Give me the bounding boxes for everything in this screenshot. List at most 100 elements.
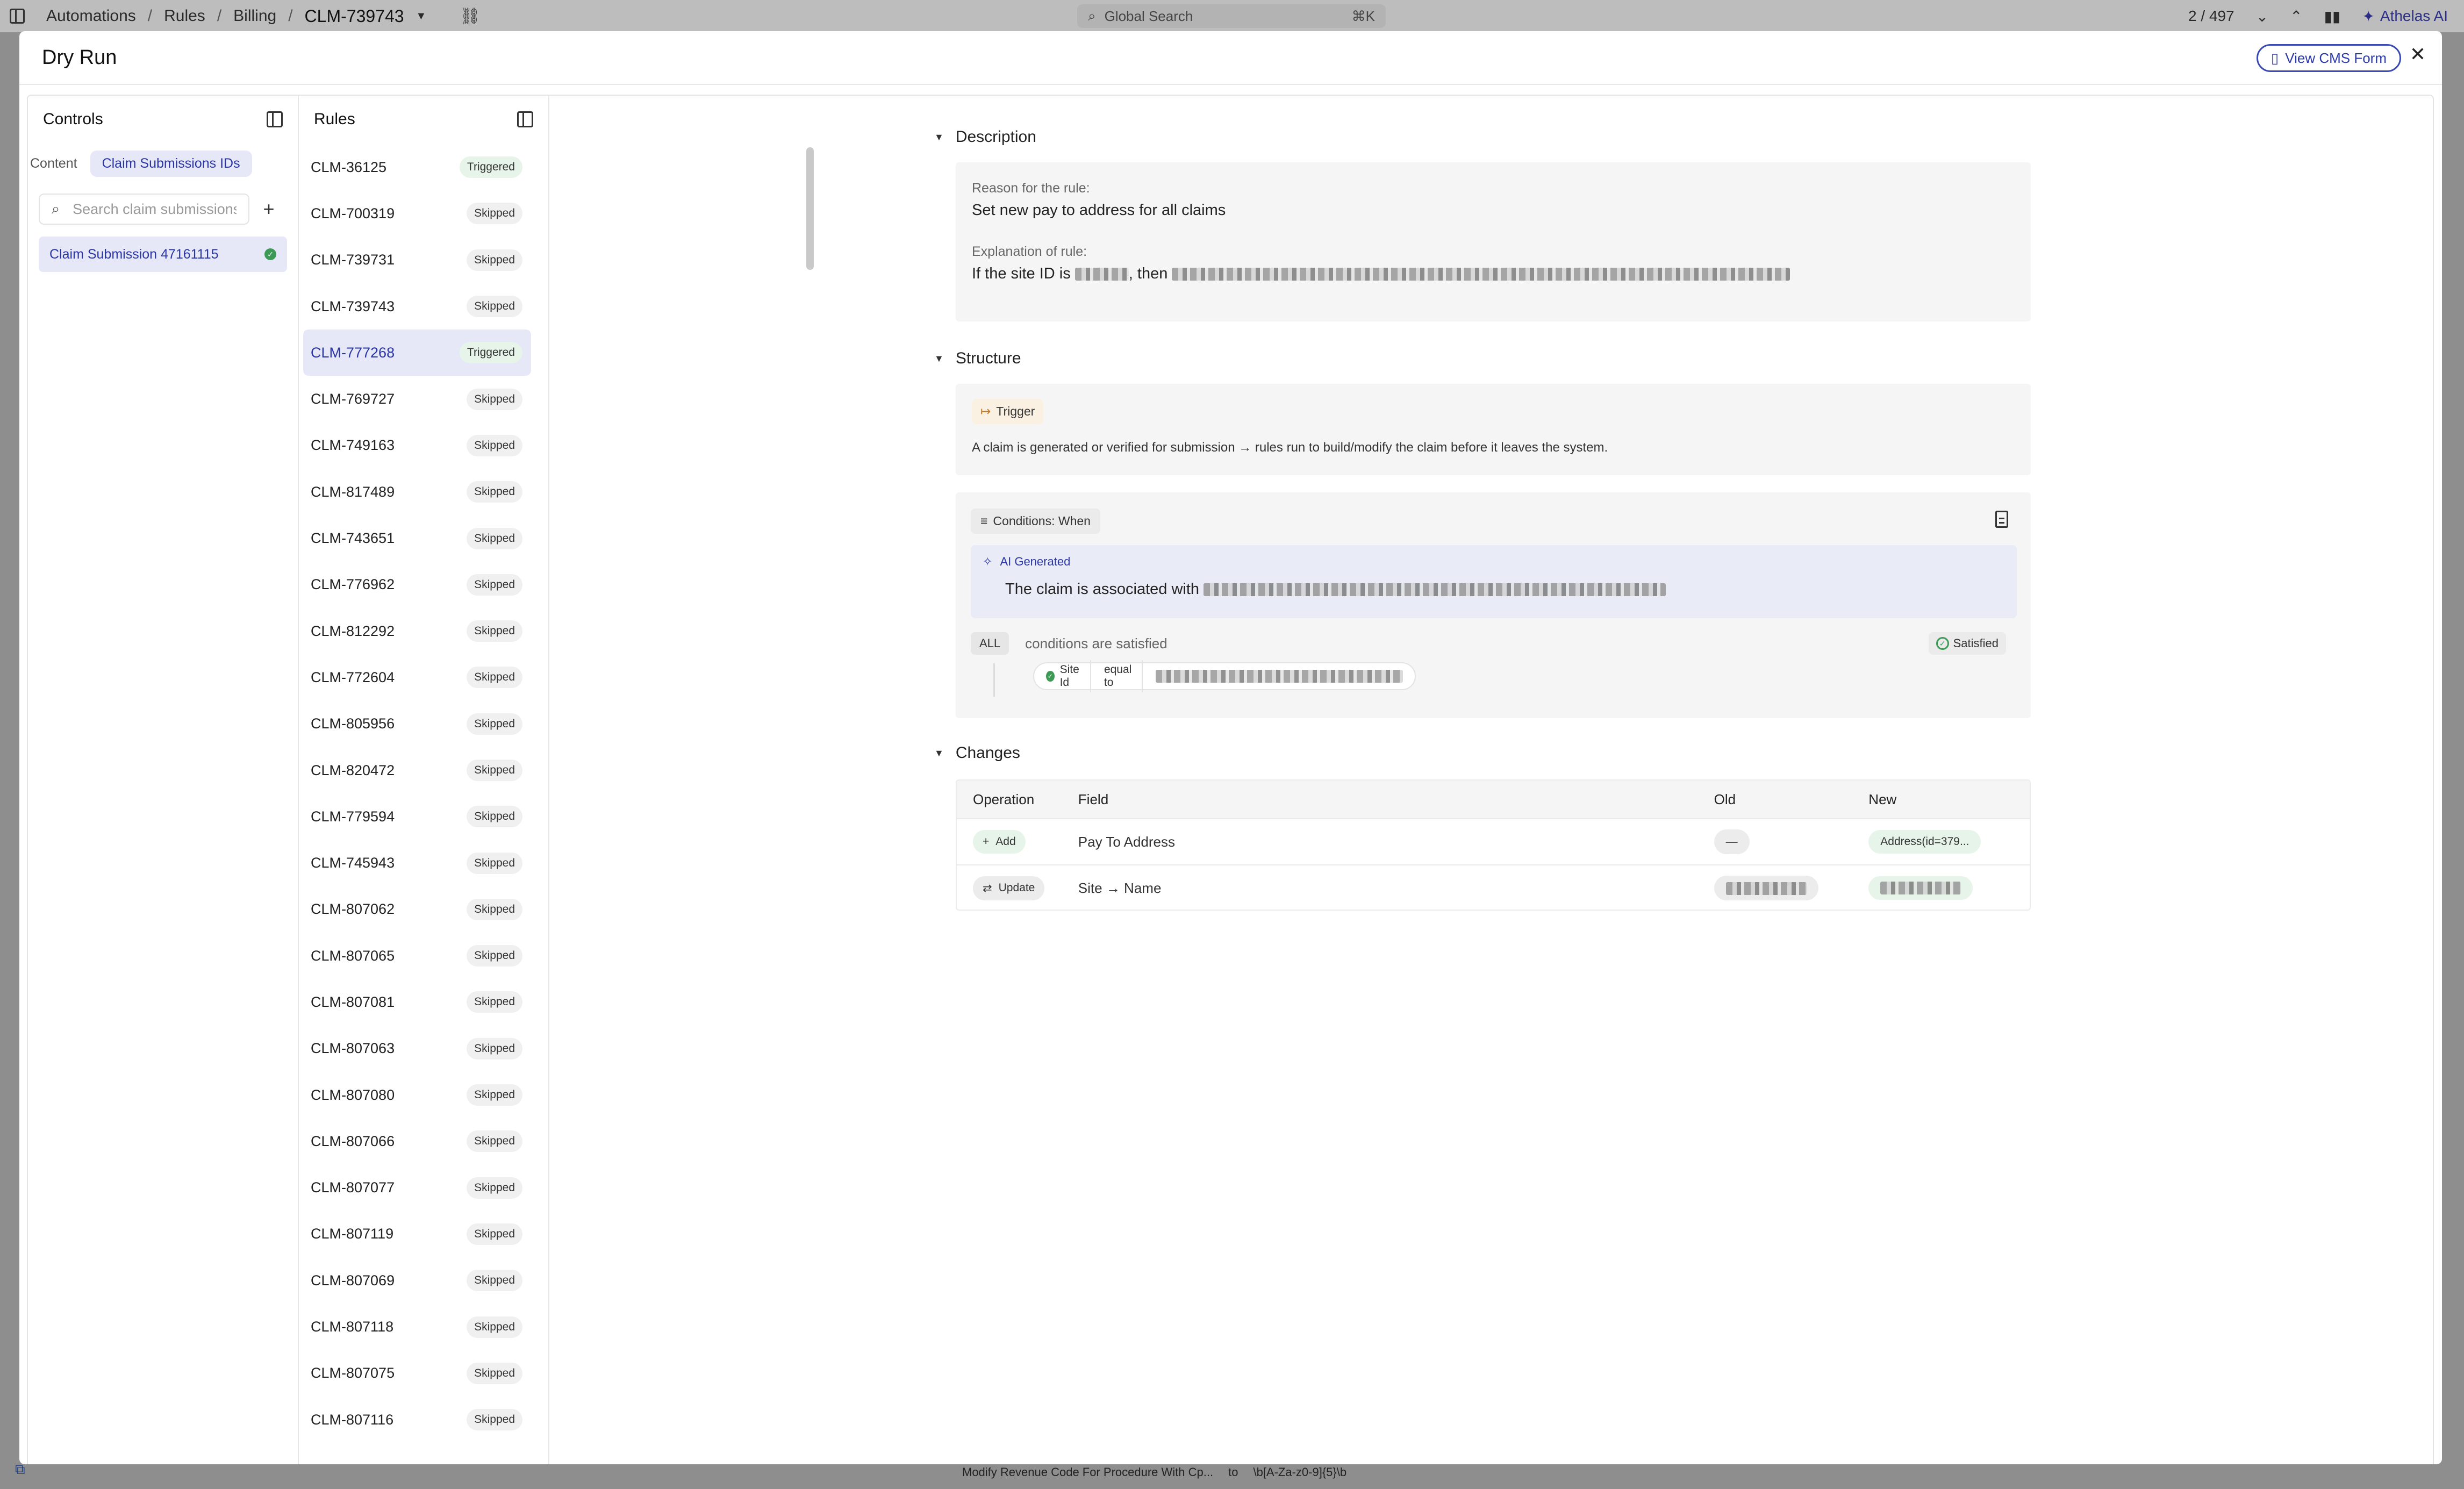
trigger-text: A claim is generated or verified for sub… — [972, 440, 1608, 455]
structure-section-header[interactable]: ▼ Structure — [934, 349, 1021, 368]
check-icon: ✓ — [264, 248, 276, 260]
add-claim-button[interactable]: + — [258, 198, 280, 220]
table-row: + Add Pay To Address — Address(id=379... — [957, 818, 2030, 864]
rule-list-item[interactable]: CLM-777268 Triggered — [303, 330, 531, 376]
rule-list-item[interactable]: CLM-776962 Skipped — [299, 562, 535, 608]
sparkle-icon: ✦ — [2362, 8, 2375, 25]
collapse-panel-icon[interactable] — [517, 111, 533, 127]
global-search-placeholder: Global Search — [1104, 8, 1193, 24]
redacted-value — [1880, 882, 1961, 895]
old-value — [1714, 875, 1818, 901]
rule-list-item[interactable]: CLM-807069 Skipped — [299, 1257, 535, 1304]
rule-list-item[interactable]: CLM-36125 Triggered — [299, 144, 535, 190]
rule-id: CLM-700319 — [311, 205, 395, 221]
all-conditions-text: conditions are satisfied — [1025, 635, 1167, 652]
link-icon[interactable]: ⛓ — [460, 7, 480, 26]
dry-run-modal: Dry Run ▯ View CMS Form ✕ Controls Conte… — [19, 31, 2442, 1464]
rule-list-item[interactable]: CLM-807116 Skipped — [299, 1397, 535, 1443]
status-badge: Skipped — [467, 249, 522, 271]
rule-id: CLM-807075 — [311, 1365, 395, 1381]
rule-id: CLM-807081 — [311, 993, 395, 1010]
changes-section-header[interactable]: ▼ Changes — [934, 744, 1020, 762]
rule-list-item[interactable]: CLM-807119 Skipped — [299, 1211, 535, 1257]
rule-id: CLM-776962 — [311, 576, 395, 593]
rule-list-item[interactable]: CLM-772604 Skipped — [299, 654, 535, 700]
rule-list-item[interactable]: CLM-807075 Skipped — [299, 1350, 535, 1397]
trigger-card: ↦ Trigger A claim is generated or verifie… — [956, 384, 2031, 475]
tree-connector — [993, 663, 1009, 697]
condition-pill[interactable]: ✓ Site Id equal to — [1033, 660, 1416, 692]
swap-icon: ⇄ — [983, 882, 992, 894]
caret-down-icon: ▼ — [934, 131, 944, 142]
rule-list-item[interactable]: CLM-749163 Skipped — [299, 423, 535, 469]
breadcrumb-item[interactable]: Automations — [46, 7, 136, 25]
rule-list-item[interactable]: CLM-745943 Skipped — [299, 840, 535, 886]
rule-list-item[interactable]: CLM-807065 Skipped — [299, 933, 535, 979]
sidebar-toggle-icon[interactable] — [10, 9, 25, 24]
rule-list-item[interactable]: CLM-807066 Skipped — [299, 1118, 535, 1164]
tab-content[interactable]: Content — [28, 151, 80, 177]
chevron-up-icon[interactable]: ⌃ — [2290, 8, 2302, 25]
rule-id: CLM-820472 — [311, 762, 395, 778]
rule-list-item[interactable]: CLM-807081 Skipped — [299, 979, 535, 1025]
rules-title: Rules — [314, 110, 355, 128]
rule-id: CLM-739743 — [311, 298, 395, 314]
view-cms-form-button[interactable]: ▯ View CMS Form — [2256, 44, 2401, 72]
all-chip[interactable]: ALL — [971, 632, 1009, 655]
status-badge: Skipped — [467, 296, 522, 318]
rule-list-item[interactable]: CLM-807077 Skipped — [299, 1165, 535, 1211]
global-search[interactable]: ⌕ Global Search ⌘K — [1077, 4, 1386, 28]
status-badge: Skipped — [467, 1084, 522, 1106]
status-badge: Skipped — [467, 1362, 522, 1384]
rule-list-item[interactable]: CLM-812292 Skipped — [299, 608, 535, 654]
rule-id: CLM-807116 — [311, 1411, 394, 1428]
operation-update-chip: ⇄ Update — [973, 876, 1045, 900]
rules-list: CLM-36125 Triggered CLM-700319 Skipped CLM-7… — [299, 144, 535, 1443]
chevron-down-icon[interactable]: ⌄ — [2256, 8, 2268, 25]
rule-id: CLM-807063 — [311, 1040, 395, 1057]
rule-list-item[interactable]: CLM-743651 Skipped — [299, 515, 535, 561]
rule-list-item[interactable]: CLM-769727 Skipped — [299, 376, 535, 422]
collapse-panel-icon[interactable] — [267, 111, 283, 127]
rule-id: CLM-807066 — [311, 1133, 395, 1149]
rule-id: CLM-743651 — [311, 530, 395, 547]
breadcrumb-item[interactable]: Billing — [233, 7, 276, 25]
modal-body: Controls Content Claim Submissions IDs ⌕… — [27, 95, 2434, 1464]
status-badge: Triggered — [459, 342, 522, 364]
rule-list-item[interactable]: CLM-807118 Skipped — [299, 1304, 535, 1350]
status-badge: Skipped — [467, 852, 522, 874]
rule-list-item[interactable]: CLM-805956 Skipped — [299, 701, 535, 747]
breadcrumb-item[interactable]: Rules — [164, 7, 205, 25]
chart-icon[interactable]: ▮▮ — [2324, 8, 2341, 25]
rule-list-item[interactable]: CLM-820472 Skipped — [299, 747, 535, 793]
rule-list-item[interactable]: CLM-739731 Skipped — [299, 237, 535, 283]
rule-id: CLM-745943 — [311, 855, 395, 871]
new-value — [1868, 876, 1973, 900]
status-badge: Skipped — [467, 1037, 522, 1060]
rule-id: CLM-817489 — [311, 483, 395, 500]
document-icon[interactable] — [1995, 511, 2008, 528]
close-icon[interactable]: ✕ — [2410, 43, 2426, 66]
rule-list-item[interactable]: CLM-779594 Skipped — [299, 793, 535, 840]
rule-list-item[interactable]: CLM-817489 Skipped — [299, 469, 535, 515]
rule-id: CLM-807077 — [311, 1179, 395, 1196]
brand-link[interactable]: ✦ Athelas AI — [2362, 8, 2448, 25]
rule-list-item[interactable]: CLM-807080 Skipped — [299, 1072, 535, 1118]
tab-claim-submissions-ids[interactable]: Claim Submissions IDs — [90, 150, 252, 177]
rule-id: CLM-36125 — [311, 159, 387, 175]
sparkle-icon: ✧ — [983, 555, 993, 568]
status-badge: Skipped — [467, 481, 522, 503]
rule-list-item[interactable]: CLM-807063 Skipped — [299, 1026, 535, 1072]
rule-list-item[interactable]: CLM-739743 Skipped — [299, 283, 535, 330]
rule-list-item[interactable]: CLM-807062 Skipped — [299, 886, 535, 933]
condition-operator: equal to — [1104, 663, 1132, 689]
rule-id: CLM-807065 — [311, 947, 395, 964]
claim-search-input[interactable]: ⌕ Search claim submissions — [39, 194, 249, 225]
rule-id: CLM-769727 — [311, 391, 395, 407]
chevron-down-icon[interactable]: ▼ — [416, 10, 427, 23]
rule-id: CLM-807080 — [311, 1086, 395, 1103]
trigger-chip: ↦ Trigger — [972, 399, 1044, 424]
description-section-header[interactable]: ▼ Description — [934, 128, 1036, 146]
claim-submission-item[interactable]: Claim Submission 47161115 ✓ — [39, 237, 287, 272]
rule-list-item[interactable]: CLM-700319 Skipped — [299, 190, 535, 237]
